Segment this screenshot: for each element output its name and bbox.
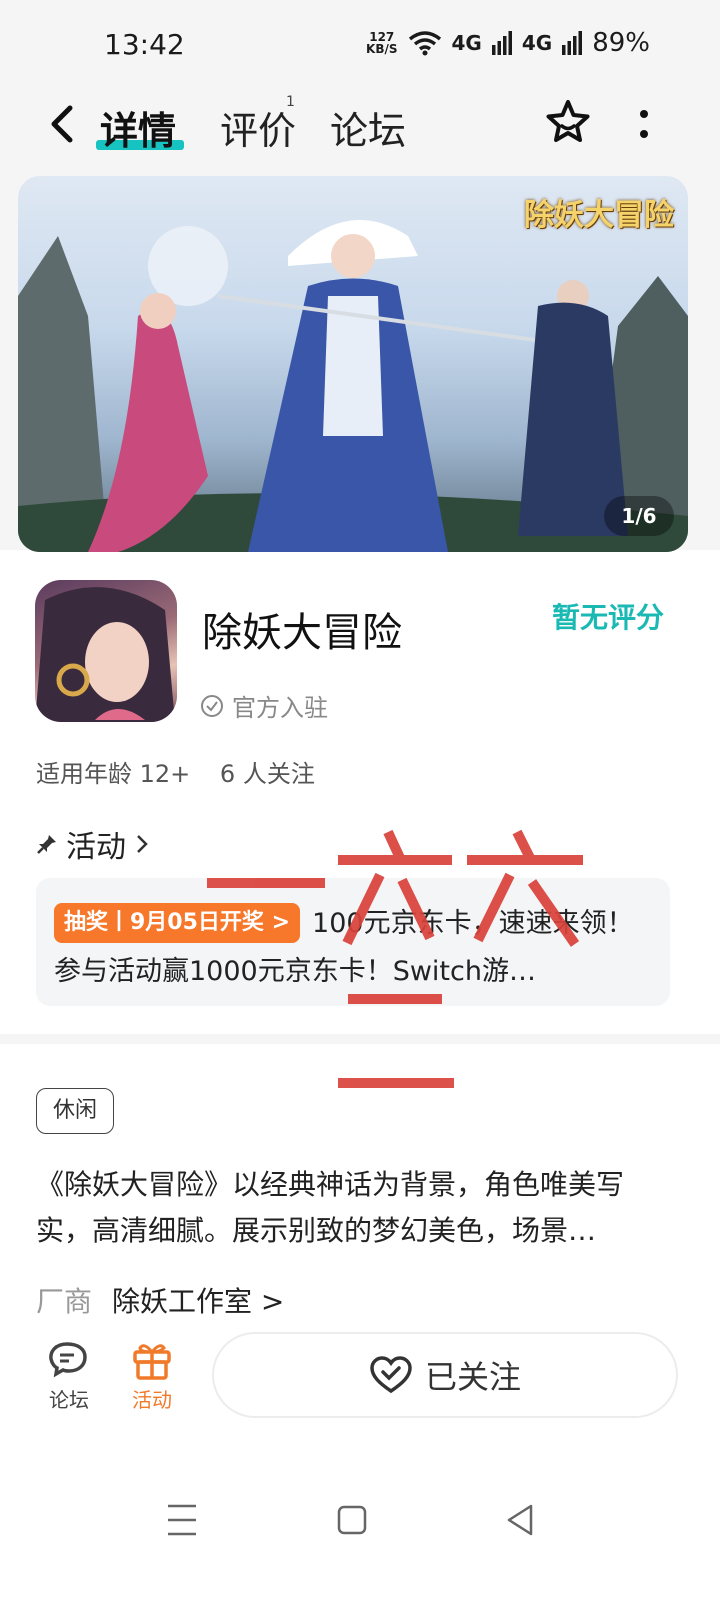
section-divider — [0, 1034, 720, 1044]
status-time: 13:42 — [104, 28, 185, 61]
screenshot-carousel[interactable]: 除妖大冒险 1/6 — [18, 176, 688, 552]
carousel-counter: 1/6 — [604, 496, 674, 536]
home-icon[interactable] — [337, 1502, 367, 1538]
followers-count: 6 人关注 — [219, 760, 315, 788]
chat-bubble-icon — [49, 1342, 87, 1378]
heart-check-icon — [370, 1356, 412, 1394]
activity-card[interactable]: 抽奖丨9月05日开奖 >100元京东卡，速速来领！ 参与活动赢1000元京东卡！… — [36, 878, 670, 1006]
game-description[interactable]: 《除妖大冒险》以经典神话为背景，角色唯美写实，高清细腻。展示别致的梦幻美色，场景… — [36, 1162, 676, 1254]
tab-details[interactable]: 详情 — [100, 100, 176, 155]
vendor-name: 除妖工作室 > — [112, 1285, 285, 1318]
activity-button[interactable]: 活动 — [117, 1340, 187, 1413]
tab-reviews[interactable]: 评价 — [220, 100, 296, 155]
app-icon — [35, 580, 177, 722]
chevron-right-icon — [137, 835, 148, 853]
vendor-label: 厂商 — [36, 1285, 93, 1318]
signal-2-label: 4G — [521, 31, 553, 55]
activity-content: 抽奖丨9月05日开奖 >100元京东卡，速速来领！ 参与活动赢1000元京东卡！… — [54, 900, 652, 996]
favorite-star-icon[interactable] — [544, 98, 592, 146]
vendor-row[interactable]: 厂商 除妖工作室 > — [36, 1280, 284, 1320]
back-triangle-icon[interactable] — [505, 1502, 535, 1538]
follow-button[interactable]: 已关注 — [214, 1334, 676, 1416]
signal-1-label: 4G — [451, 31, 482, 55]
net-speed-unit: KB/S — [366, 42, 398, 56]
forum-button[interactable]: 论坛 — [34, 1340, 104, 1413]
activity-title: 活动 — [66, 830, 126, 865]
forum-label: 论坛 — [49, 1388, 89, 1412]
pin-icon — [37, 835, 56, 854]
back-arrow-icon[interactable] — [42, 102, 82, 146]
signal-1-icon — [491, 31, 512, 55]
activity-label: 活动 — [132, 1388, 172, 1412]
bottom-action-bar: 论坛 活动 已关注 — [0, 1318, 720, 1438]
game-logo: 除妖大冒险 — [524, 198, 674, 233]
tab-forum[interactable]: 论坛 — [330, 100, 406, 155]
signal-2-icon — [562, 31, 583, 55]
follow-label: 已关注 — [424, 1358, 521, 1396]
status-bar: 13:42 127 KB/S 4G 4G 89% — [0, 0, 720, 90]
lottery-pill[interactable]: 抽奖丨9月05日开奖 > — [54, 903, 301, 943]
more-options-icon[interactable] — [634, 106, 654, 142]
app-name: 除妖大冒险 — [202, 610, 402, 656]
official-badge: 官方入驻 — [200, 688, 328, 723]
app-icon-artwork — [35, 587, 175, 722]
status-icons: 127 KB/S 4G 4G 89% — [366, 28, 650, 58]
menu-icon[interactable] — [166, 1502, 198, 1538]
system-nav-bar — [0, 1480, 720, 1600]
rating-status: 暂无评分 — [552, 601, 665, 634]
genre-tag[interactable]: 休闲 — [36, 1088, 115, 1134]
check-circle-icon — [201, 694, 223, 717]
app-meta: 适用年龄 12+ 6 人关注 — [36, 754, 337, 789]
official-label: 官方入驻 — [232, 694, 328, 722]
battery-level: 89% — [592, 28, 650, 58]
age-rating: 适用年龄 12+ — [36, 760, 191, 788]
net-speed: 127 KB/S — [366, 31, 397, 55]
reviews-count-badge: 1 — [286, 94, 295, 110]
activity-header[interactable]: 活动 — [36, 822, 150, 866]
wifi-icon — [408, 31, 441, 56]
gift-icon — [133, 1344, 171, 1380]
top-tab-bar: 详情 评价 1 论坛 — [0, 90, 720, 170]
